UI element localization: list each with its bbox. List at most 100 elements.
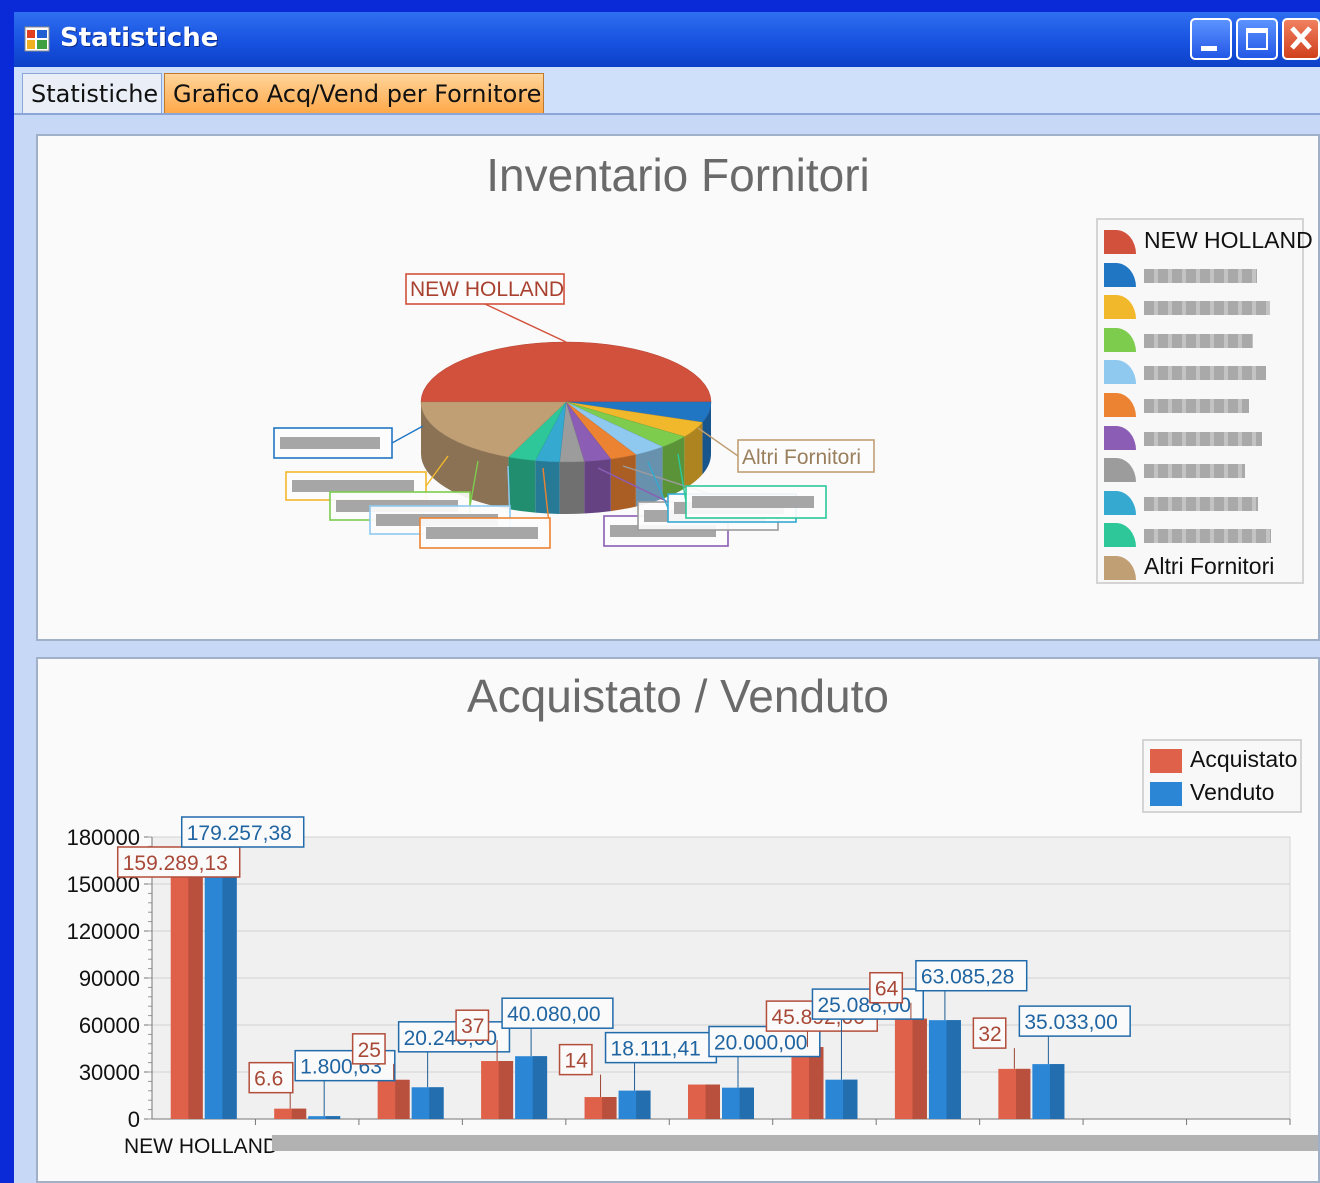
- pie-callout-label: Altri Fornitori: [742, 446, 861, 469]
- bar-shade: [188, 869, 203, 1119]
- pie-legend-label: [1144, 529, 1271, 544]
- pie-legend-swatch: [1104, 230, 1136, 254]
- window-title: Statistiche: [60, 23, 219, 53]
- pie-legend-swatch: [1104, 425, 1136, 450]
- bar-label-text: 179.257,38: [187, 822, 292, 845]
- bar-shade: [1049, 1064, 1065, 1119]
- pie-legend-label: Altri Fornitori: [1144, 553, 1275, 579]
- bar-shade: [222, 838, 237, 1119]
- bar-chart-panel: Acquistato / Venduto Acquistato Venduto 0…: [36, 657, 1320, 1183]
- pie-legend-swatch: [1104, 295, 1136, 320]
- bar-acquistato: [998, 1068, 1031, 1119]
- close-button[interactable]: [1282, 18, 1320, 60]
- bar-acquistato: [377, 1079, 410, 1119]
- bar-acquistato: [481, 1061, 514, 1119]
- x-axis-labels: NEW HOLLAND: [124, 1135, 1318, 1158]
- pie-legend-label: [1144, 333, 1253, 348]
- bar-chart: 0300006000090000120000150000180000159.28…: [67, 816, 1318, 1158]
- bar-shade: [429, 1087, 444, 1119]
- pie-legend-swatch: [1104, 523, 1136, 548]
- title-bar[interactable]: Statistiche: [14, 12, 1320, 67]
- pie-legend-label: [1144, 464, 1245, 479]
- bar-venduto: [204, 838, 237, 1119]
- bar-venduto: [515, 1056, 548, 1119]
- bar-acquistato: [894, 1018, 927, 1119]
- pie-callout-label-redacted: [426, 527, 538, 539]
- bar-venduto: [928, 1020, 961, 1119]
- bar-label-text: 64: [875, 978, 899, 1001]
- bar-shade: [739, 1087, 754, 1119]
- tab-strip: Statistiche Grafico Acq/Vend per Fornito…: [14, 67, 1320, 115]
- pie-callout-label: NEW HOLLAND: [410, 278, 564, 301]
- bar-shade: [602, 1097, 617, 1119]
- bar-shade: [912, 1018, 927, 1119]
- bar-shade: [636, 1090, 651, 1119]
- bar-shade: [395, 1079, 410, 1119]
- bar-shade: [705, 1084, 720, 1119]
- x-tick-label: NEW HOLLAND: [124, 1135, 278, 1158]
- pie-top-group: [420, 341, 712, 463]
- statistiche-window: Statistiche Statistiche Grafico Acq/Vend…: [14, 12, 1320, 1183]
- pie-legend: NEW HOLLAND Altri Fornitori: [1096, 218, 1313, 584]
- pie-legend-label: [1144, 431, 1262, 446]
- pie-legend-swatch: [1104, 327, 1136, 352]
- bar-value-label: 179.257,38: [180, 816, 305, 848]
- close-icon: [1290, 26, 1312, 50]
- bar-label-text: 20.000,00: [714, 1032, 807, 1055]
- pie-chart-panel: Inventario Fornitori NEW HOLLAND Altri Fo…: [36, 134, 1320, 641]
- pie-slice-side: [662, 436, 685, 499]
- bar-label-text: 18.111,41: [611, 1038, 701, 1061]
- bar-label-text: 63.085,28: [921, 966, 1014, 989]
- pie-chart: NEW HOLLAND Altri Fornitori: [273, 273, 875, 549]
- bar-venduto: [825, 1079, 858, 1119]
- bar-acquistato: [170, 869, 203, 1119]
- bar-venduto: [722, 1087, 754, 1119]
- bar-label-text: 40.080,00: [507, 1003, 600, 1026]
- bar-label-text: 159.289,13: [123, 852, 228, 875]
- pie-legend-swatch: [1104, 360, 1136, 385]
- pie-legend-swatch: [1104, 458, 1136, 483]
- y-tick-label: 120000: [67, 919, 140, 944]
- bar-shade: [532, 1056, 548, 1119]
- bar-acquistato: [274, 1108, 307, 1119]
- tab-grafico-acq-vend[interactable]: Grafico Acq/Vend per Fornitore: [164, 73, 544, 113]
- bar-acquistato: [688, 1084, 720, 1119]
- pie-legend-swatch: [1104, 556, 1136, 580]
- pie-legend-label: [1144, 301, 1270, 316]
- x-tick-labels-redacted: [272, 1135, 1318, 1151]
- pie-callout-label-redacted: [292, 480, 414, 492]
- pie-slice-side: [508, 457, 536, 513]
- pie-callout-leader: [391, 425, 424, 444]
- pie-slice: [420, 341, 712, 403]
- bar-shade: [843, 1079, 858, 1119]
- bar-shade: [946, 1020, 961, 1119]
- y-tick-label: 30000: [79, 1060, 140, 1085]
- bar-shade: [291, 1108, 307, 1119]
- pie-slice-side: [610, 454, 636, 512]
- minimize-button[interactable]: [1190, 18, 1232, 60]
- maximize-button[interactable]: [1236, 18, 1278, 60]
- pie-legend-label: [1144, 366, 1266, 381]
- pie-slice-side: [584, 459, 611, 514]
- y-tick-label: 60000: [79, 1013, 140, 1038]
- bar-acquistato: [584, 1097, 617, 1119]
- minimize-icon: [1201, 46, 1217, 51]
- bar-venduto: [308, 1116, 341, 1119]
- bar-acquistato: [791, 1047, 824, 1119]
- pie-callout-label-redacted: [280, 437, 380, 449]
- pie-callout-leader: [484, 303, 567, 343]
- bar-shade: [325, 1116, 341, 1119]
- pie-legend-swatch: [1104, 393, 1136, 417]
- bar-value-label: 159.289,13: [116, 846, 241, 878]
- pie-legend-label: NEW HOLLAND: [1144, 227, 1313, 253]
- maximize-icon: [1246, 28, 1268, 50]
- pie-legend-swatch: [1104, 262, 1136, 287]
- y-tick-label: 0: [128, 1107, 140, 1132]
- app-icon: [24, 26, 50, 52]
- bar-shade: [498, 1061, 514, 1119]
- pie-slice-side: [559, 461, 585, 514]
- y-tick-label: 90000: [79, 966, 140, 991]
- bar-label-text: 6.6: [254, 1068, 283, 1091]
- bar-label-text: 35.033,00: [1024, 1011, 1117, 1034]
- tab-statistiche[interactable]: Statistiche: [22, 73, 162, 113]
